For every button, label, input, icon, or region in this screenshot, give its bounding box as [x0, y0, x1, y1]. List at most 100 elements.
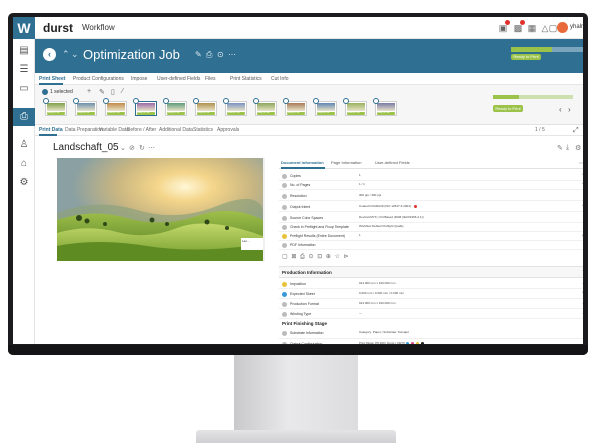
- production-row-icon: [282, 312, 287, 317]
- more-icon[interactable]: ⋯: [582, 311, 583, 317]
- thumbnail-select-ring[interactable]: [253, 98, 259, 104]
- info-row: Copies 1 ✎: [279, 172, 583, 181]
- back-icon[interactable]: ‹: [43, 48, 56, 61]
- fullscreen-icon[interactable]: ⤢: [573, 127, 579, 135]
- inbox-icon[interactable]: ▤: [18, 45, 30, 57]
- info-tab[interactable]: User-defined Fields: [375, 160, 410, 165]
- print-sheet-thumbnail[interactable]: Ready to Print: [313, 98, 337, 116]
- main-tab[interactable]: Print Statistics: [230, 76, 262, 82]
- print-sheet-thumbnail[interactable]: Ready to Print: [43, 98, 67, 116]
- settings-icon[interactable]: ⚙: [18, 177, 30, 189]
- main-tabs: Print Sheet Product Configurations Impose U…: [35, 73, 583, 85]
- alerts-badge: [520, 20, 525, 25]
- edit-icon[interactable]: ✎: [557, 144, 563, 152]
- zoom-icon[interactable]: ⊕: [582, 233, 583, 239]
- calendar-icon[interactable]: ▦: [527, 23, 537, 33]
- app-logo[interactable]: W: [13, 17, 35, 39]
- strip-progress: [493, 95, 573, 99]
- info-tab[interactable]: Page Information: [331, 160, 361, 165]
- more-icon[interactable]: ⋯: [579, 160, 583, 167]
- more-icon[interactable]: ⋯: [148, 144, 155, 152]
- thumbnail-select-ring[interactable]: [193, 98, 199, 104]
- main-tab[interactable]: User-defined Fields: [157, 76, 200, 82]
- stamp-icon[interactable]: ⌂: [18, 158, 30, 170]
- production-row: Winding Type — ⋯: [279, 310, 583, 319]
- printer-icon[interactable]: ⎙: [18, 111, 30, 123]
- notification-badge: [505, 20, 510, 25]
- print-sheet-thumbnail[interactable]: Ready to Print: [73, 98, 97, 116]
- print-sheet-thumbnail[interactable]: Ready to Print: [283, 98, 307, 116]
- more-icon[interactable]: ⋯: [582, 301, 583, 307]
- view-icon[interactable]: ⊙: [217, 50, 224, 59]
- edit-icon[interactable]: ✎: [582, 182, 583, 188]
- chevron-down-icon[interactable]: ⌄: [71, 49, 79, 60]
- thumbnail-status: Ready to Print: [107, 112, 125, 115]
- print-icon[interactable]: ⎙: [206, 50, 212, 60]
- main-tab[interactable]: Impose: [131, 76, 147, 82]
- print-sheet-thumbnail[interactable]: Ready to Print: [193, 98, 217, 116]
- add-icon[interactable]: +: [87, 88, 91, 95]
- thumbnail-status: Ready to Print: [227, 112, 245, 115]
- main-tab[interactable]: Print Sheet: [39, 76, 65, 82]
- thumbnail-select-ring[interactable]: [283, 98, 289, 104]
- edit-icon[interactable]: ✎: [582, 204, 583, 210]
- thumbnail-select-ring[interactable]: [223, 98, 229, 104]
- print-sheet-thumbnail[interactable]: Ready to Print: [223, 98, 247, 116]
- settings-icon[interactable]: ⚙: [575, 144, 581, 152]
- thumbnail-select-ring[interactable]: [163, 98, 169, 104]
- thumbnail-select-ring[interactable]: [313, 98, 319, 104]
- edit-icon[interactable]: ✎: [195, 50, 202, 59]
- info-tab[interactable]: Document Information: [281, 160, 324, 165]
- print-stage-row: Substrate Information Category: Paper | S…: [279, 329, 583, 339]
- main-tab[interactable]: Files: [205, 76, 216, 82]
- print-sheet-thumbnail[interactable]: Ready to Print: [343, 98, 367, 116]
- edit-icon[interactable]: ✎: [582, 173, 583, 179]
- print-sheet-thumbnail[interactable]: Ready to Print: [253, 98, 277, 116]
- list-icon[interactable]: ☰: [18, 64, 30, 76]
- refresh-icon[interactable]: ↻: [139, 144, 145, 152]
- user-avatar[interactable]: [557, 22, 568, 33]
- user-icon[interactable]: ♙: [18, 139, 30, 151]
- main-tab[interactable]: Product Configurations: [73, 76, 124, 82]
- more-icon[interactable]: ⋯: [582, 268, 583, 274]
- print-sheet-thumbnail[interactable]: Ready to Print: [373, 98, 397, 116]
- chevron-up-icon[interactable]: ⌃: [62, 49, 70, 60]
- main-tab[interactable]: Cut Info: [271, 76, 289, 82]
- username[interactable]: yhalma: [570, 24, 583, 30]
- production-row-value: 914.000 mm x 610.000 mm: [359, 281, 396, 285]
- production-row: Imposition 914.000 mm x 610.000 mm ⋯: [279, 280, 583, 289]
- more-icon[interactable]: ⋯: [228, 50, 236, 59]
- print-sheet-thumbnail[interactable]: Ready to Print: [163, 98, 187, 116]
- document-preview[interactable]: Lan...: [57, 158, 265, 261]
- next-icon[interactable]: ›: [568, 105, 571, 114]
- sub-tab[interactable]: Before / After: [127, 127, 156, 133]
- edit-icon[interactable]: ✎: [582, 291, 583, 297]
- sub-tab[interactable]: Print Data: [39, 127, 63, 133]
- dropdown-icon[interactable]: ⌄: [120, 144, 126, 152]
- info-row-icon: [282, 216, 287, 221]
- folder-icon[interactable]: ▭: [18, 83, 30, 95]
- thumbnail-select-ring[interactable]: [343, 98, 349, 104]
- thumbnail-select-ring[interactable]: [103, 98, 109, 104]
- sub-tab[interactable]: Variable Data: [99, 127, 129, 133]
- prev-icon[interactable]: ‹: [559, 105, 562, 114]
- sub-tab[interactable]: Approvals: [217, 127, 239, 133]
- thumbnail-select-ring[interactable]: [133, 98, 139, 104]
- production-row-label: Winding Type: [290, 312, 312, 316]
- sub-tab[interactable]: Additional Data: [159, 127, 193, 133]
- thumbnail-select-ring[interactable]: [73, 98, 79, 104]
- thumbnail-select-ring[interactable]: [43, 98, 49, 104]
- production-row-value: 914.000 mm x 610.000 mm: [359, 301, 396, 305]
- link-icon[interactable]: ⊘: [129, 144, 135, 152]
- pencil-icon[interactable]: ⁄: [122, 88, 123, 95]
- delete-icon[interactable]: ▯: [111, 88, 115, 96]
- edit-icon[interactable]: ✎: [99, 88, 105, 96]
- print-sheet-thumbnail[interactable]: Ready to Print: [103, 98, 127, 116]
- more-icon[interactable]: ⋯: [582, 281, 583, 287]
- download-icon[interactable]: ⤓: [566, 144, 569, 152]
- sub-tab[interactable]: Statistics: [193, 127, 213, 133]
- sub-tab[interactable]: Data Preparation: [65, 127, 103, 133]
- chevron-down-icon[interactable]: ⌄: [582, 242, 583, 248]
- print-sheet-thumbnail[interactable]: Ready to Print: [133, 98, 157, 116]
- thumbnail-select-ring[interactable]: [373, 98, 379, 104]
